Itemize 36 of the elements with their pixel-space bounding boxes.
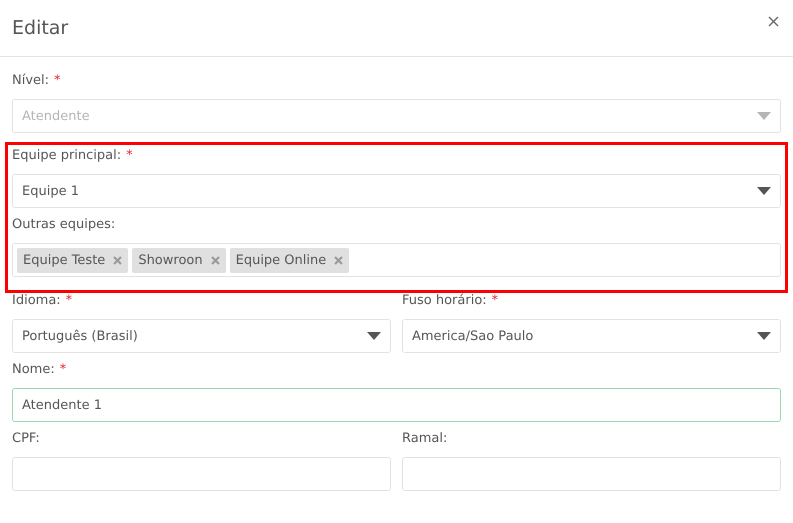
dialog-title: Editar xyxy=(12,17,68,39)
field-label: Ramal: xyxy=(402,431,448,446)
tag-label: Equipe Teste xyxy=(23,252,106,268)
required-mark: * xyxy=(126,148,133,163)
tags-field[interactable]: Equipe Teste Showroon Equipe Online xyxy=(12,243,781,277)
input-field[interactable]: Atendente 1 xyxy=(12,388,781,422)
field-label: Nome: xyxy=(12,362,55,377)
field-label: Nível: xyxy=(12,73,50,88)
input-field[interactable] xyxy=(12,457,391,491)
tag-label: Equipe Online xyxy=(236,252,326,268)
close-icon xyxy=(768,16,779,26)
input-field[interactable] xyxy=(402,457,781,491)
select-field[interactable]: America/Sao Paulo xyxy=(402,319,781,353)
field-label: Idioma: xyxy=(12,293,61,308)
caret-icon xyxy=(757,187,771,195)
field-label: Fuso horário: xyxy=(402,293,487,308)
required-mark: * xyxy=(54,73,61,88)
remove-icon[interactable] xyxy=(334,256,344,264)
required-mark: * xyxy=(60,362,66,377)
caret-icon xyxy=(757,332,771,340)
select-field[interactable]: Português (Brasil) xyxy=(12,319,391,353)
field-label: Outras equipes: xyxy=(12,217,116,232)
tag-chip[interactable]: Equipe Online xyxy=(230,248,350,272)
caret-icon xyxy=(757,112,771,120)
required-mark: * xyxy=(492,293,498,308)
select-field[interactable]: Equipe 1 xyxy=(12,174,781,208)
tag-chip[interactable]: Showroon xyxy=(132,248,226,272)
field-label: Equipe principal: xyxy=(12,148,122,163)
close-button[interactable] xyxy=(766,14,781,28)
caret-icon xyxy=(367,332,381,340)
remove-icon[interactable] xyxy=(210,256,220,264)
tag-chip[interactable]: Equipe Teste xyxy=(17,248,128,272)
field-label: CPF: xyxy=(12,431,40,446)
remove-icon[interactable] xyxy=(113,256,122,264)
tag-label: Showroon xyxy=(138,252,203,268)
required-mark: * xyxy=(66,293,72,308)
